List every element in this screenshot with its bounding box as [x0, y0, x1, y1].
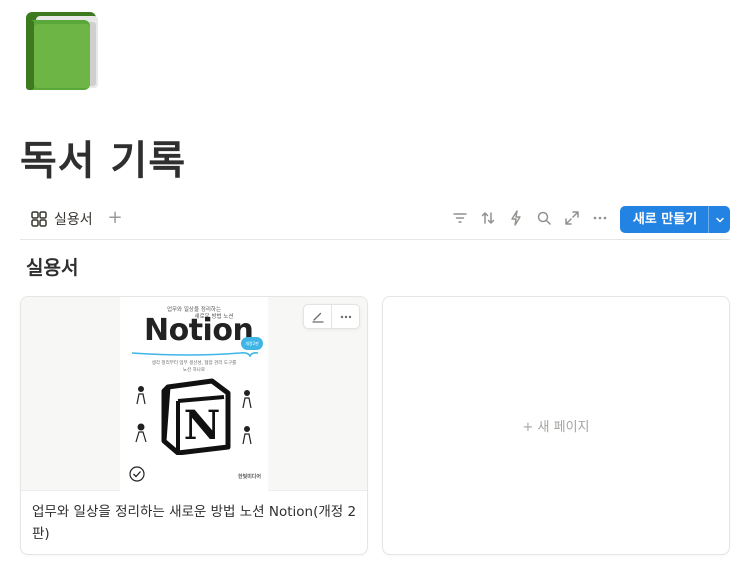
new-page-label: + 새 페이지 [522, 420, 590, 435]
page-title: 독서 기록 [20, 138, 187, 184]
search-icon[interactable] [535, 209, 553, 227]
database-toolbar: 실용서 + 새로 만들기 [20, 202, 730, 240]
group-heading: 실용서 [26, 257, 79, 279]
book-logo-text: Notion [144, 313, 254, 348]
more-icon [340, 315, 351, 318]
notion-logo-icon: N [161, 378, 231, 455]
expand-icon[interactable] [563, 209, 581, 227]
view-tab-practical-books[interactable]: 실용서 [30, 208, 93, 230]
illustration-person-icon [136, 386, 146, 405]
filter-icon[interactable] [451, 209, 469, 227]
new-button-label: 새로 만들기 [632, 212, 698, 227]
svg-text:N: N [184, 402, 221, 449]
more-icon[interactable] [591, 209, 609, 227]
gallery-card[interactable]: 업무와 일상을 정리하는 새로운 방법 노션 Notion 개정2판 생각 정리… [20, 296, 368, 555]
sort-icon[interactable] [479, 209, 497, 227]
automation-bolt-icon[interactable] [507, 209, 525, 227]
card-title: 업무와 일상을 정리하는 새로운 방법 노션 Notion(개정 2판) [32, 504, 357, 542]
book-tagline-2: 노션 하나로 [182, 368, 206, 373]
new-page-card[interactable]: + 새 페이지 [382, 296, 730, 555]
add-view-button[interactable]: + [104, 207, 126, 229]
illustration-person-icon [135, 423, 147, 443]
book-publisher-logo: 한빛미디어 [238, 474, 262, 480]
book-cover-image: 업무와 일상을 정리하는 새로운 방법 노션 Notion 개정2판 생각 정리… [120, 297, 268, 491]
illustration-person-icon [242, 426, 252, 445]
illustration-person-icon [242, 390, 252, 409]
card-cover: 업무와 일상을 정리하는 새로운 방법 노션 Notion 개정2판 생각 정리… [21, 297, 367, 491]
card-actions [303, 304, 360, 329]
card-more-button[interactable] [331, 305, 359, 328]
green-book-icon [26, 12, 98, 90]
chevron-down-icon [715, 217, 724, 222]
checklist-illustration-icon [129, 466, 145, 482]
gallery-grid-icon [31, 211, 47, 227]
page-icon-green-book[interactable] [22, 10, 100, 92]
new-button-dropdown[interactable] [708, 206, 730, 233]
edit-button[interactable] [304, 305, 331, 328]
book-wave-decoration [131, 352, 259, 358]
new-page-button[interactable]: 새로 만들기 [620, 206, 730, 233]
book-tagline-1: 생각 정리부터 업무 생산성, 협업 관리 도구를 [151, 361, 237, 366]
edit-icon [312, 312, 324, 323]
view-tab-label: 실용서 [54, 212, 93, 228]
